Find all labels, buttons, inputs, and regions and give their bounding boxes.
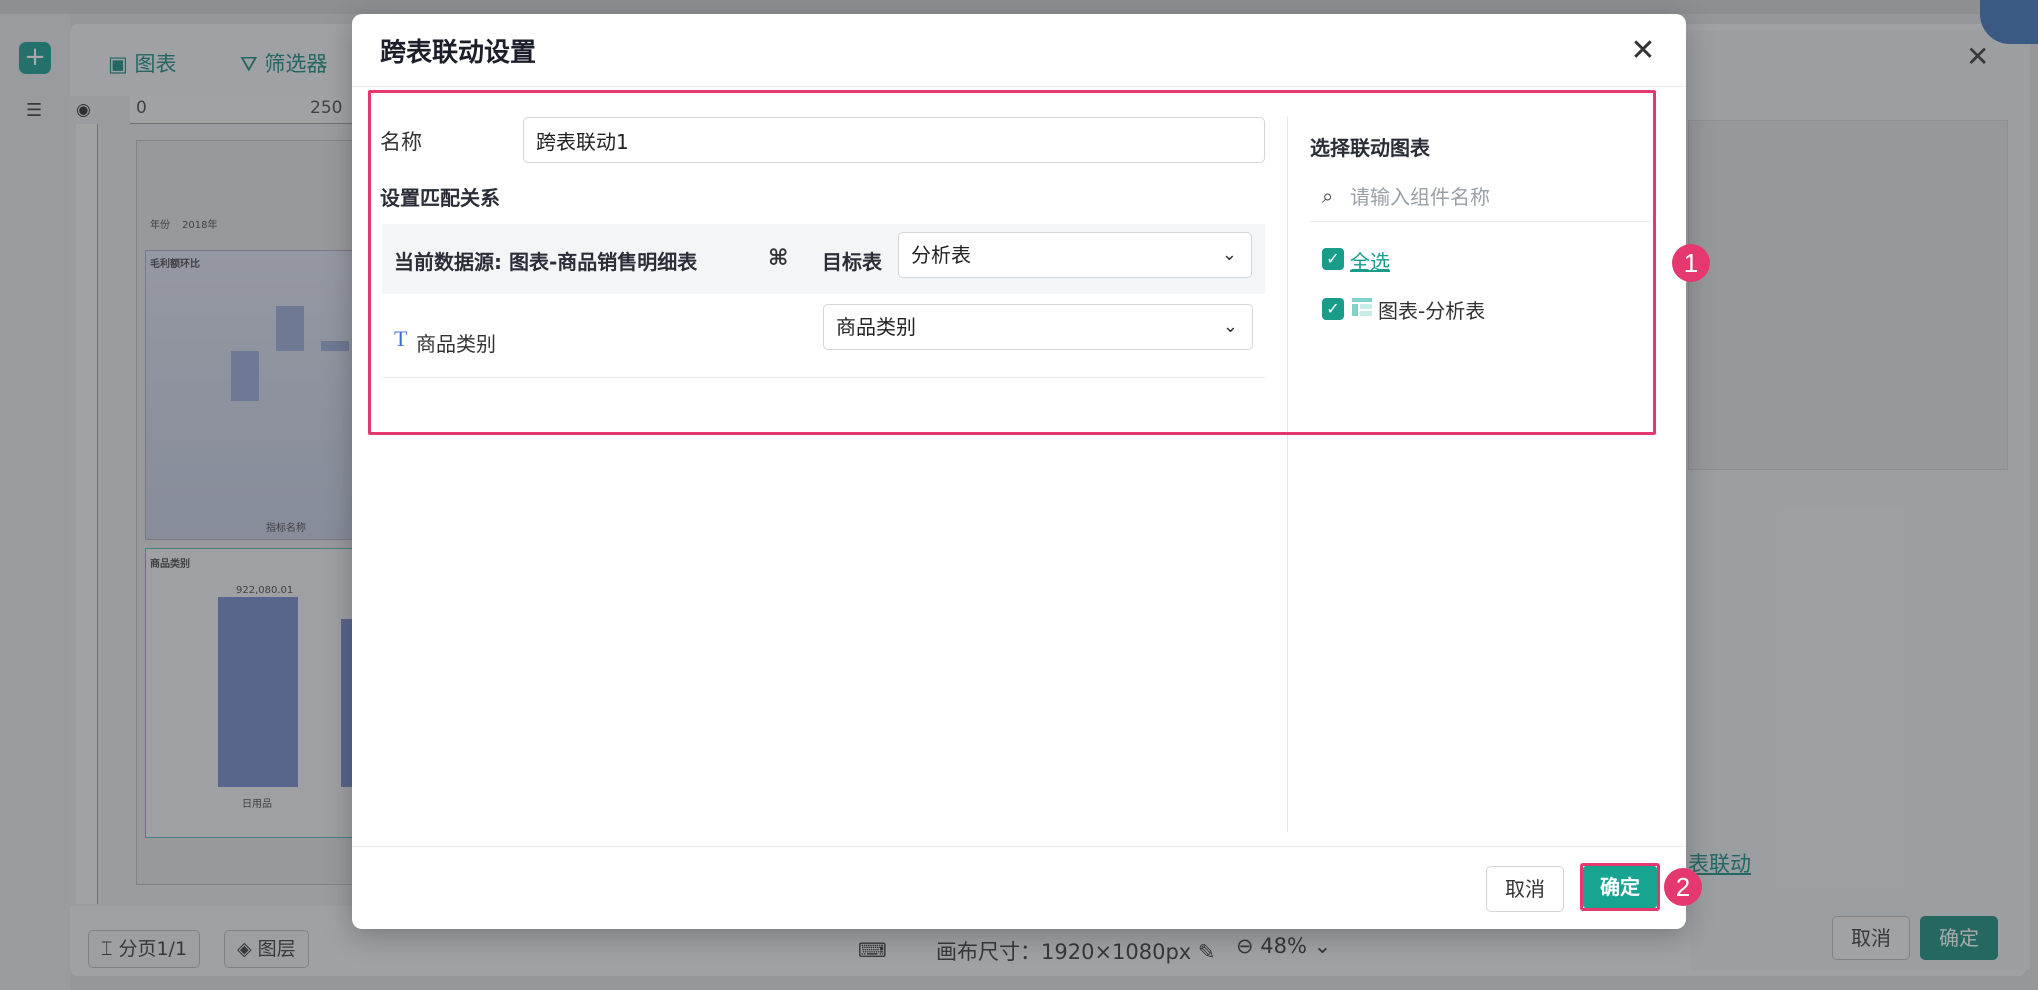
select-chart-title: 选择联动图表 (1310, 136, 1430, 160)
ok-button[interactable]: 确定 (1583, 866, 1657, 908)
name-input[interactable] (523, 117, 1265, 163)
cross-link-dialog: 跨表联动设置 ✕ 名称 设置匹配关系 当前数据源: 图表-商品销售明细表 ⌘ 目… (352, 14, 1686, 929)
annotation-marker-1: 1 (1672, 244, 1710, 282)
dialog-title: 跨表联动设置 (380, 38, 537, 68)
target-label: 目标表 (822, 250, 882, 274)
table-icon (1352, 298, 1372, 316)
search-icon: ⌕ (1322, 184, 1334, 208)
cancel-button[interactable]: 取消 (1486, 866, 1564, 912)
chart-item-checkbox[interactable]: ✓ (1322, 298, 1344, 320)
target-field-select[interactable]: 商品类别 ⌄ (823, 304, 1253, 350)
target-table-select[interactable]: 分析表 ⌄ (898, 232, 1252, 278)
chart-item-label[interactable]: 图表-分析表 (1378, 295, 1485, 324)
link-icon: ⌘ (768, 246, 789, 271)
panel-divider (1287, 116, 1288, 832)
chevron-down-icon: ⌄ (1222, 316, 1238, 337)
source-label: 当前数据源: 图表-商品销售明细表 (394, 250, 698, 274)
annotation-marker-2: 2 (1664, 868, 1702, 906)
text-type-icon: T (394, 326, 408, 351)
match-section-title: 设置匹配关系 (380, 186, 500, 210)
select-all-checkbox[interactable]: ✓ (1322, 248, 1344, 270)
select-all-label[interactable]: 全选 (1350, 246, 1390, 275)
chevron-down-icon: ⌄ (1221, 244, 1237, 265)
footer-divider (352, 846, 1686, 847)
search-input[interactable] (1350, 178, 1640, 216)
search-box[interactable]: ⌕ (1310, 174, 1650, 222)
header-divider (352, 86, 1686, 87)
name-label: 名称 (380, 130, 422, 154)
target-table-value: 分析表 (911, 243, 971, 267)
target-field-value: 商品类别 (836, 315, 916, 339)
source-field-name: 商品类别 (416, 332, 496, 356)
close-icon[interactable]: ✕ (1626, 34, 1660, 68)
